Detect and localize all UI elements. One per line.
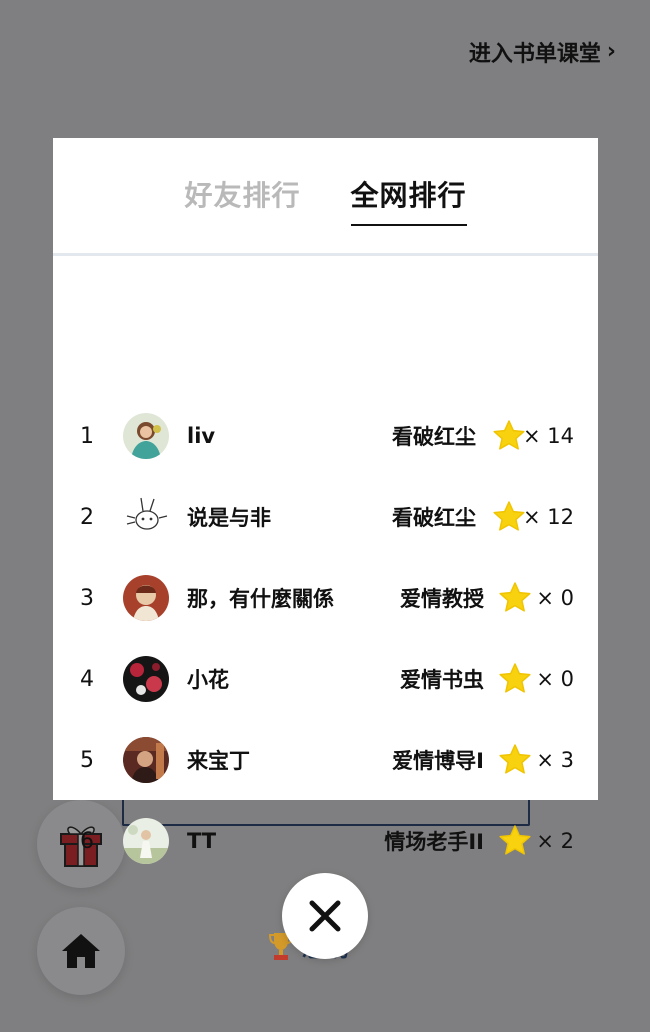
ranking-row[interactable]: 5 来宝丁 爱情博导I × 3 — [53, 730, 598, 790]
ranking-row[interactable]: 1 liv 看破红尘 × 14 — [53, 406, 598, 466]
user-name: TT — [187, 829, 217, 853]
ranking-row[interactable]: 3 那，有什麼關係 爱情教授 × 0 — [53, 568, 598, 628]
star-count: × 14 — [523, 424, 574, 448]
ranking-row[interactable]: 6 TT 情场老手II × 2 — [53, 811, 598, 871]
book-class-link-label: 进入书单课堂 — [468, 42, 601, 67]
user-title: 爱情书虫 — [400, 668, 484, 692]
avatar — [123, 737, 169, 783]
ranking-modal: 好友排行 全网排行 1 liv 看破红尘 × 14 2 说是与非 看破红尘 × … — [53, 138, 598, 864]
rank-number: 5 — [80, 747, 94, 773]
user-title: 看破红尘 — [392, 425, 476, 449]
star-count: × 3 — [536, 748, 574, 772]
ranking-row[interactable]: 2 说是与非 看破红尘 × 12 — [53, 487, 598, 547]
avatar — [123, 656, 169, 702]
close-icon — [309, 900, 341, 932]
user-title: 爱情教授 — [400, 587, 484, 611]
rank-number: 3 — [80, 585, 94, 611]
home-icon — [62, 934, 100, 968]
star-icon — [499, 744, 531, 774]
star-icon — [499, 825, 531, 855]
ranking-tabs: 好友排行 全网排行 — [53, 138, 598, 256]
star-count: × 0 — [536, 667, 574, 691]
avatar — [123, 575, 169, 621]
user-name: 小花 — [187, 668, 229, 692]
user-name: 来宝丁 — [187, 749, 250, 773]
close-button[interactable] — [282, 873, 368, 959]
ranking-row[interactable]: 4 小花 爱情书虫 × 0 — [53, 649, 598, 709]
star-count: × 0 — [536, 586, 574, 610]
star-icon — [493, 501, 525, 531]
tab-friends-ranking[interactable]: 好友排行 — [184, 174, 300, 224]
user-name: 说是与非 — [187, 506, 271, 530]
rank-number: 1 — [80, 423, 94, 449]
tab-global-ranking[interactable]: 全网排行 — [350, 174, 467, 226]
star-icon — [493, 420, 525, 450]
user-title: 看破红尘 — [392, 506, 476, 530]
star-count: × 2 — [536, 829, 574, 853]
user-title: 爱情博导I — [392, 749, 484, 773]
star-icon — [499, 663, 531, 693]
avatar — [123, 413, 169, 459]
user-name: liv — [187, 424, 216, 448]
avatar — [123, 494, 169, 540]
user-name: 那，有什麼關係 — [187, 587, 334, 611]
user-title: 情场老手II — [384, 830, 484, 854]
rank-number: 4 — [80, 666, 94, 692]
book-class-link[interactable]: 进入书单课堂 › — [469, 36, 616, 68]
avatar — [123, 818, 169, 864]
chevron-right-icon: › — [606, 39, 616, 64]
star-count: × 12 — [523, 505, 574, 529]
rank-number: 6 — [80, 828, 94, 854]
star-icon — [499, 582, 531, 612]
rank-number: 2 — [80, 504, 94, 530]
home-button[interactable] — [37, 907, 125, 995]
